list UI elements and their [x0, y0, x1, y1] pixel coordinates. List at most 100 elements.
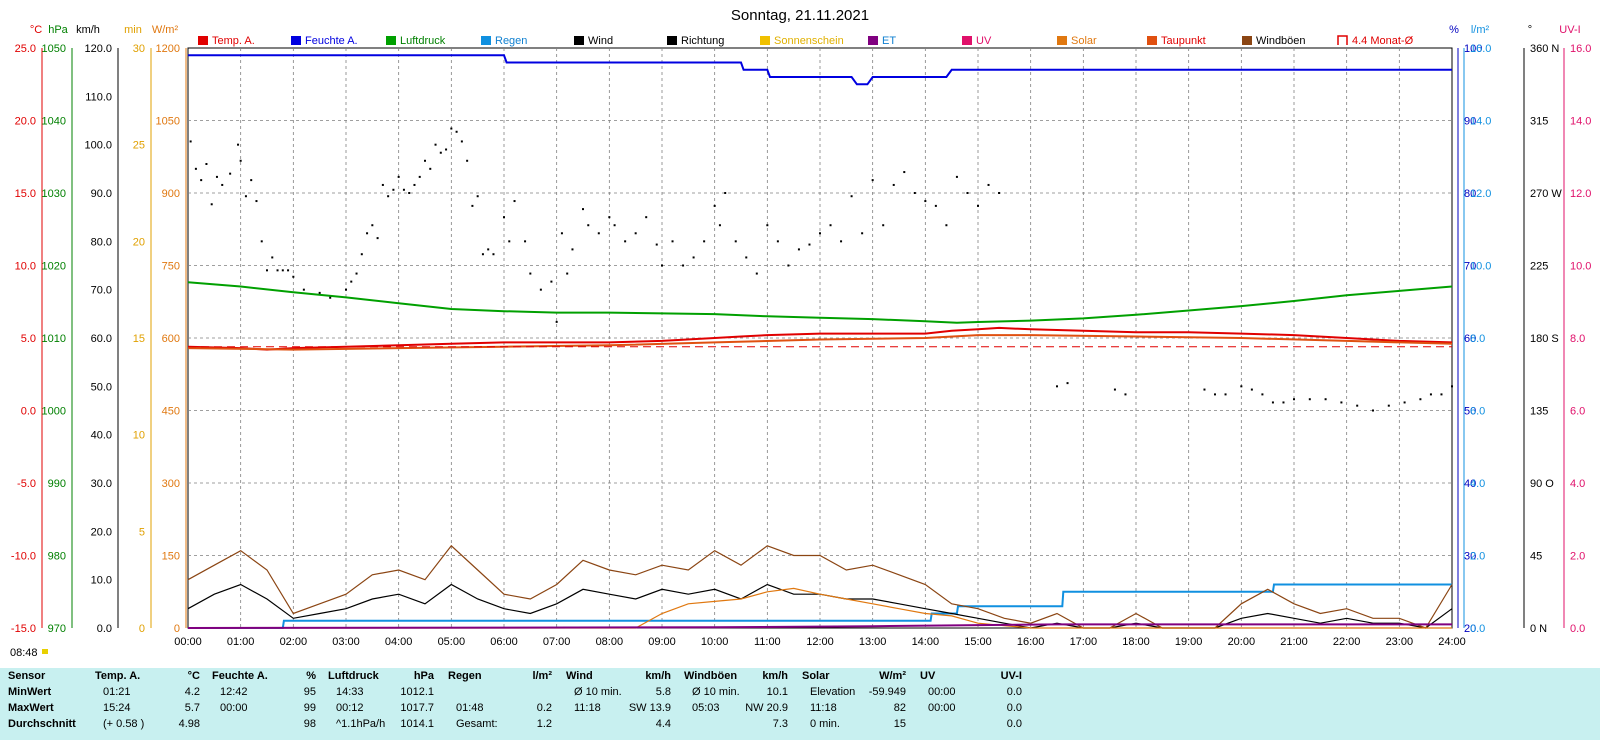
stats-header-uv: UV: [920, 670, 936, 682]
stats-row-label: MinWert: [8, 686, 52, 698]
tick-solar: 150: [162, 551, 180, 563]
tick-direction: 315: [1530, 116, 1548, 128]
x-tick-label: 00:00: [174, 636, 202, 648]
direction-point: [513, 200, 516, 203]
direction-point: [903, 171, 906, 174]
stats-gust-value: NW 20.9: [745, 702, 788, 714]
direction-point: [571, 248, 574, 251]
direction-point: [624, 240, 627, 243]
chart-title: Sonntag, 21.11.2021: [731, 7, 869, 24]
stats-hum-value: 98: [303, 718, 316, 730]
stats-temp-value: 4.98: [178, 718, 200, 730]
tick-uv: 10.0: [1570, 261, 1591, 273]
direction-point: [271, 256, 274, 259]
tick-temp: 10.0: [15, 261, 36, 273]
direction-point: [376, 237, 379, 240]
direction-point: [302, 288, 305, 291]
direction-point: [1387, 404, 1390, 407]
direction-point: [355, 272, 358, 275]
tick-rain: 6.0: [1470, 406, 1485, 418]
direction-point: [913, 192, 916, 194]
direction-point: [492, 253, 495, 256]
x-axis: 00:00 01:00 02:00 03:00 04:00 05:00 06:00 07:00…: [174, 636, 1466, 648]
stats-row-label: Durchschnitt: [8, 718, 76, 730]
direction-point: [329, 296, 332, 299]
direction-point: [281, 269, 284, 272]
direction-point: [466, 159, 469, 162]
direction-point: [582, 208, 584, 211]
direction-point: [661, 264, 663, 267]
tick-wind: 80.0: [91, 236, 112, 248]
stats-unit-gust: km/h: [762, 670, 788, 682]
x-tick-label: 11:00: [754, 636, 781, 648]
tick-rain: 16.0: [1470, 43, 1491, 55]
direction-point: [987, 183, 990, 186]
stats-rain-value: 0.2: [536, 702, 552, 714]
x-tick-label: 22:00: [1333, 636, 1361, 648]
x-tick-label: 10:00: [701, 636, 729, 648]
direction-point: [766, 224, 769, 227]
direction-point: [350, 280, 353, 283]
direction-point: [755, 272, 758, 275]
tick-temp: 20.0: [15, 116, 36, 128]
axis-unit-direction: °: [1528, 24, 1532, 36]
direction-point: [745, 256, 748, 259]
direction-point: [566, 272, 569, 275]
direction-point: [260, 240, 263, 243]
stats-row-label: MaxWert: [8, 702, 54, 714]
direction-point: [550, 280, 553, 283]
tick-direction: 360 N: [1530, 43, 1559, 55]
legend-swatch: [386, 36, 396, 45]
direction-point: [734, 240, 737, 243]
sunrise-label: 08:48: [10, 647, 38, 659]
tick-sunshine: 5: [139, 526, 145, 538]
direction-point: [924, 200, 927, 203]
tick-rain: 0.0: [1470, 623, 1485, 635]
direction-point: [718, 224, 721, 227]
direction-point: [797, 248, 800, 251]
axis-unit-pressure: hPa: [48, 24, 68, 36]
x-tick-label: 04:00: [385, 636, 413, 648]
direction-point: [945, 224, 948, 227]
direction-point: [481, 253, 484, 256]
axis-unit-sunshine: min: [124, 24, 142, 36]
stats-temp-value: 4.2: [184, 686, 200, 698]
direction-point: [1451, 385, 1453, 388]
direction-point: [524, 240, 527, 243]
tick-wind: 40.0: [91, 430, 112, 442]
weather-chart-page: Sonntag, 21.11.2021 Temp. A. Feuchte A. Lu…: [0, 0, 1600, 740]
direction-point: [1240, 385, 1243, 388]
stats-header-sensor: Sensor: [8, 670, 46, 682]
direction-point: [503, 216, 505, 219]
stats-press-value: 1014.1: [400, 718, 434, 730]
direction-point: [1440, 393, 1443, 396]
stats-unit-solar: W/m²: [879, 670, 906, 682]
stats-solar-value: 82: [893, 702, 906, 714]
tick-direction: 225: [1530, 261, 1548, 273]
x-tick-label: 16:00: [1017, 636, 1045, 648]
tick-pressure: 980: [48, 551, 66, 563]
direction-point: [966, 192, 969, 194]
direction-point: [1113, 388, 1116, 391]
tick-wind: 10.0: [91, 575, 112, 587]
legend-label: Luftdruck: [400, 35, 446, 47]
direction-point: [471, 204, 474, 207]
tick-wind: 20.0: [91, 526, 112, 538]
legend: Temp. A. Feuchte A. Luftdruck Regen Wind Rich…: [198, 35, 1414, 47]
tick-temp: -5.0: [17, 478, 36, 490]
x-tick-label: 23:00: [1386, 636, 1414, 648]
direction-point: [413, 183, 416, 186]
direction-point: [418, 175, 421, 178]
tick-pressure: 1050: [42, 43, 66, 55]
tick-solar: 450: [162, 406, 180, 418]
direction-point: [787, 264, 790, 267]
direction-point: [597, 232, 600, 235]
stats-unit-uv: UV-I: [1000, 670, 1022, 682]
direction-point: [408, 192, 411, 194]
tick-solar: 1050: [156, 116, 180, 128]
direction-point: [850, 195, 853, 198]
x-tick-label: 13:00: [859, 636, 887, 648]
direction-point: [239, 159, 242, 162]
stats-header-wind: Wind: [566, 670, 593, 682]
direction-point: [387, 195, 390, 198]
